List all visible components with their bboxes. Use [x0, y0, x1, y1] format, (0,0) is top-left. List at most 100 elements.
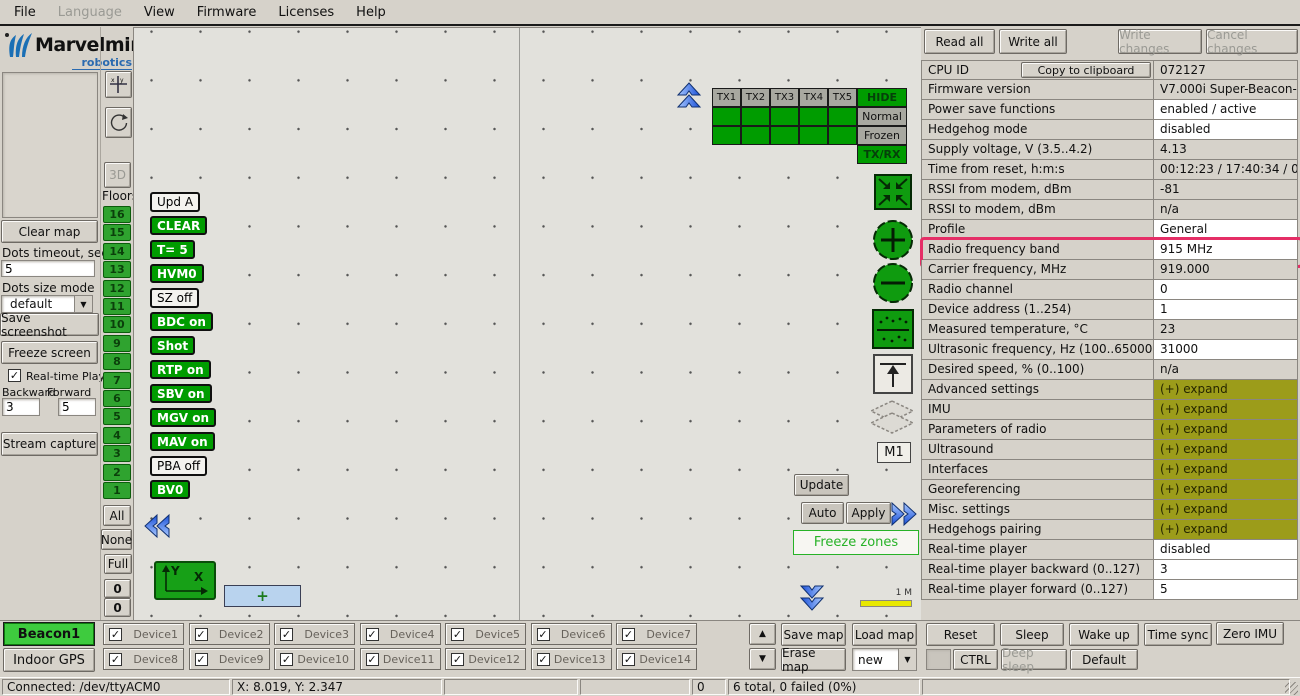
reset-button[interactable]: Reset [926, 623, 995, 646]
device-toggle-device14[interactable]: Device14 [616, 648, 697, 670]
backward-input[interactable] [2, 398, 40, 416]
erase-map-button[interactable]: Erase map [781, 648, 846, 671]
device-checkbox[interactable] [366, 653, 379, 666]
copy-to-clipboard-button[interactable]: Copy to clipboard [1021, 62, 1151, 78]
tx-state-cell[interactable] [799, 126, 828, 145]
floors-all-button[interactable]: All [103, 505, 131, 526]
device-checkbox[interactable] [451, 628, 464, 641]
tx-side-tx-rx[interactable]: TX/RX [857, 145, 907, 164]
setting-value[interactable]: (+) expand [1154, 420, 1298, 440]
tx-state-cell[interactable] [712, 126, 741, 145]
floor-button-1[interactable]: 1 [103, 482, 131, 499]
floors-full-button[interactable]: Full [104, 554, 132, 574]
zoom-in-button[interactable] [872, 219, 914, 261]
dots-timeout-input[interactable] [1, 260, 95, 277]
setting-value[interactable]: (+) expand [1154, 500, 1298, 520]
setting-value[interactable]: 5 [1154, 580, 1298, 600]
device-toggle-device12[interactable]: Device12 [445, 648, 526, 670]
freeze-zones-button[interactable]: Freeze zones [793, 530, 919, 555]
floor-button-15[interactable]: 15 [103, 224, 131, 241]
map-toggle-hvm0[interactable]: HVM0 [150, 264, 204, 283]
axis-origin-button[interactable]: Y X [154, 561, 216, 600]
floor-button-2[interactable]: 2 [103, 464, 131, 481]
device-toggle-device5[interactable]: Device5 [445, 623, 526, 645]
floor-button-12[interactable]: 12 [103, 280, 131, 297]
map-toggle-shot[interactable]: Shot [150, 336, 195, 355]
tx-header-cell[interactable]: TX5 [828, 88, 857, 107]
device-checkbox[interactable] [622, 653, 635, 666]
sleep-button[interactable]: Sleep [1000, 623, 1064, 646]
deep-sleep-button[interactable]: Deep sleep [1001, 649, 1067, 670]
save-map-button[interactable]: Save map [781, 623, 846, 646]
write-changes-button[interactable]: Write changes [1118, 29, 1202, 54]
setting-value[interactable]: 1 [1154, 300, 1298, 320]
device-checkbox[interactable] [366, 628, 379, 641]
tx-state-cell[interactable] [799, 107, 828, 126]
device-toggle-device2[interactable]: Device2 [189, 623, 270, 645]
add-zone-button[interactable]: + [224, 585, 301, 607]
setting-value[interactable]: General [1154, 220, 1298, 240]
menu-help[interactable]: Help [352, 3, 390, 22]
beacon-tab-button[interactable]: Beacon1 [3, 622, 95, 646]
stream-capture-button[interactable]: Stream capture [1, 432, 98, 456]
wake-up-button[interactable]: Wake up [1069, 623, 1139, 646]
device-checkbox[interactable] [537, 628, 550, 641]
setting-value[interactable]: 00:12:23 / 17:40:34 / 0 [1154, 160, 1298, 180]
device-checkbox[interactable] [537, 653, 550, 666]
tx-side-frozen[interactable]: Frozen [857, 126, 907, 145]
tx-state-cell[interactable] [741, 126, 770, 145]
axes-tool-button[interactable]: xy [105, 71, 132, 98]
setting-value[interactable]: (+) expand [1154, 460, 1298, 480]
floor-button-5[interactable]: 5 [103, 408, 131, 425]
setting-value[interactable]: 072127 [1154, 60, 1298, 80]
floor-button-6[interactable]: 6 [103, 390, 131, 407]
floor-button-9[interactable]: 9 [103, 335, 131, 352]
tx-header-cell[interactable]: TX2 [741, 88, 770, 107]
map-toggle-mav-on[interactable]: MAV on [150, 432, 215, 451]
tx-state-cell[interactable] [712, 107, 741, 126]
setting-value[interactable]: (+) expand [1154, 380, 1298, 400]
device-toggle-device3[interactable]: Device3 [274, 623, 355, 645]
tx-state-cell[interactable] [770, 126, 799, 145]
floor-button-3[interactable]: 3 [103, 445, 131, 462]
device-checkbox[interactable] [195, 653, 208, 666]
map-toggle-clear[interactable]: CLEAR [150, 216, 207, 235]
collapse-up-icon[interactable] [675, 79, 703, 109]
setting-value[interactable]: n/a [1154, 360, 1298, 380]
update-button[interactable]: Update [794, 474, 849, 496]
realtime-player-checkbox[interactable] [8, 369, 21, 382]
zoom-out-button[interactable] [872, 262, 914, 304]
floors-zero-button-2[interactable]: 0 [104, 598, 131, 617]
dots-view-button[interactable] [872, 309, 914, 349]
map-toggle-upd-a[interactable]: Upd A [150, 192, 200, 212]
expand-right-icon[interactable] [890, 500, 920, 528]
floor-button-14[interactable]: 14 [103, 243, 131, 260]
setting-value[interactable]: 31000 [1154, 340, 1298, 360]
floors-none-button[interactable]: None [101, 529, 132, 550]
devices-scroll-down-button[interactable]: ▼ [749, 648, 776, 670]
map-select[interactable]: new ▼ [852, 648, 917, 671]
ctrl-button[interactable]: CTRL [953, 649, 998, 670]
device-toggle-device10[interactable]: Device10 [274, 648, 355, 670]
setting-value[interactable]: 915 MHz [1154, 240, 1298, 260]
floor-button-7[interactable]: 7 [103, 372, 131, 389]
setting-value[interactable]: enabled / active [1154, 100, 1298, 120]
write-all-button[interactable]: Write all [999, 29, 1067, 54]
menu-licenses[interactable]: Licenses [274, 3, 338, 22]
map-toggle-mgv-on[interactable]: MGV on [150, 408, 216, 427]
rotate-tool-button[interactable] [105, 107, 132, 138]
tx-state-cell[interactable] [828, 107, 857, 126]
setting-value[interactable]: -81 [1154, 180, 1298, 200]
floor-button-16[interactable]: 16 [103, 206, 131, 223]
device-checkbox[interactable] [451, 653, 464, 666]
ctrl-checkbox[interactable] [926, 649, 951, 670]
cancel-changes-button[interactable]: Cancel changes [1206, 29, 1298, 54]
map-toggle-rtp-on[interactable]: RTP on [150, 360, 211, 379]
setting-value[interactable]: disabled [1154, 120, 1298, 140]
chevron-down-icon[interactable]: ▼ [898, 649, 916, 670]
layers-button[interactable] [868, 399, 916, 441]
auto-button[interactable]: Auto [801, 502, 844, 524]
device-toggle-device13[interactable]: Device13 [531, 648, 612, 670]
tx-side-normal[interactable]: Normal [857, 107, 907, 126]
fit-to-screen-button[interactable] [874, 174, 912, 210]
